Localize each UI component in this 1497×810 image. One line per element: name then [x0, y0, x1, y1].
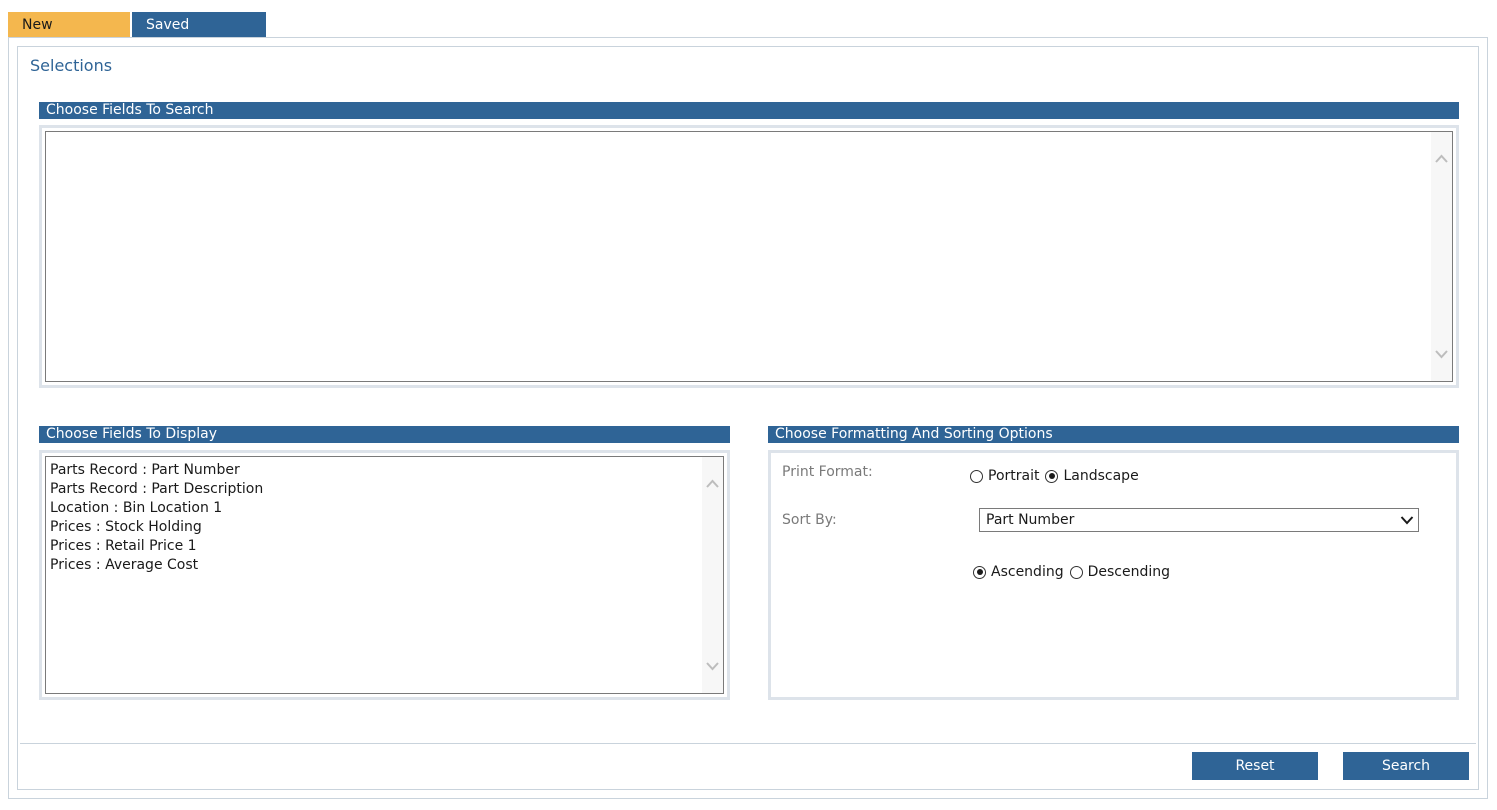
descending-radio[interactable]: Descending [1069, 564, 1171, 580]
scroll-down-icon[interactable] [1434, 346, 1449, 361]
display-fields-list: Parts Record : Part Number Parts Record … [46, 457, 723, 575]
sort-by-value: Part Number [986, 512, 1075, 528]
radio-unchecked-icon [970, 469, 983, 483]
print-format-label: Print Format: [782, 464, 873, 480]
formatting-panel: Print Format: Portrait Landscape Sort By… [768, 450, 1459, 700]
radio-unchecked-icon [1069, 565, 1083, 579]
tab-content-frame: Selections Choose Fields To Search Choos… [8, 37, 1488, 799]
selections-panel: Selections Choose Fields To Search Choos… [17, 46, 1479, 790]
list-item[interactable]: Prices : Average Cost [50, 556, 723, 575]
sort-order-radio-group: Ascending Descending [973, 564, 1176, 580]
tab-new-selection[interactable]: New Selection [8, 12, 130, 59]
print-format-radio-group: Portrait Landscape [970, 468, 1145, 484]
display-fields-listbox[interactable]: Parts Record : Part Number Parts Record … [45, 456, 724, 694]
formatting-header: Choose Formatting And Sorting Options [768, 426, 1459, 443]
landscape-radio[interactable]: Landscape [1045, 468, 1139, 484]
tab-bar: New Selection Saved Selection [8, 12, 266, 59]
search-fields-header: Choose Fields To Search [39, 102, 1459, 119]
scroll-up-icon[interactable] [1434, 152, 1449, 167]
ascending-label: Ascending [991, 564, 1064, 580]
display-fields-panel: Parts Record : Part Number Parts Record … [39, 450, 730, 700]
footer-divider [20, 743, 1476, 744]
descending-label: Descending [1087, 564, 1171, 580]
display-fields-header: Choose Fields To Display [39, 426, 730, 443]
portrait-label: Portrait [988, 468, 1040, 484]
landscape-label: Landscape [1063, 468, 1139, 484]
search-fields-listbox[interactable] [45, 131, 1453, 382]
radio-checked-icon [1045, 469, 1059, 483]
list-item[interactable]: Location : Bin Location 1 [50, 499, 723, 518]
sort-by-label: Sort By: [782, 512, 837, 528]
search-fields-scrollbar[interactable] [1431, 132, 1452, 381]
sort-by-select[interactable]: Part Number [979, 508, 1419, 532]
search-button[interactable]: Search [1343, 752, 1469, 780]
page-title: Selections [30, 56, 113, 75]
ascending-radio[interactable]: Ascending [973, 564, 1064, 580]
reset-button[interactable]: Reset [1192, 752, 1318, 780]
display-fields-scrollbar[interactable] [702, 457, 723, 693]
list-item[interactable]: Prices : Retail Price 1 [50, 537, 723, 556]
scroll-up-icon[interactable] [705, 477, 720, 492]
scroll-down-icon[interactable] [705, 658, 720, 673]
radio-checked-icon [973, 565, 986, 579]
search-fields-panel [39, 125, 1459, 388]
tab-saved-selection[interactable]: Saved Selection [132, 12, 266, 59]
list-item[interactable]: Parts Record : Part Description [50, 480, 723, 499]
list-item[interactable]: Prices : Stock Holding [50, 518, 723, 537]
list-item[interactable]: Parts Record : Part Number [50, 461, 723, 480]
chevron-down-icon [1400, 516, 1414, 525]
portrait-radio[interactable]: Portrait [970, 468, 1039, 484]
